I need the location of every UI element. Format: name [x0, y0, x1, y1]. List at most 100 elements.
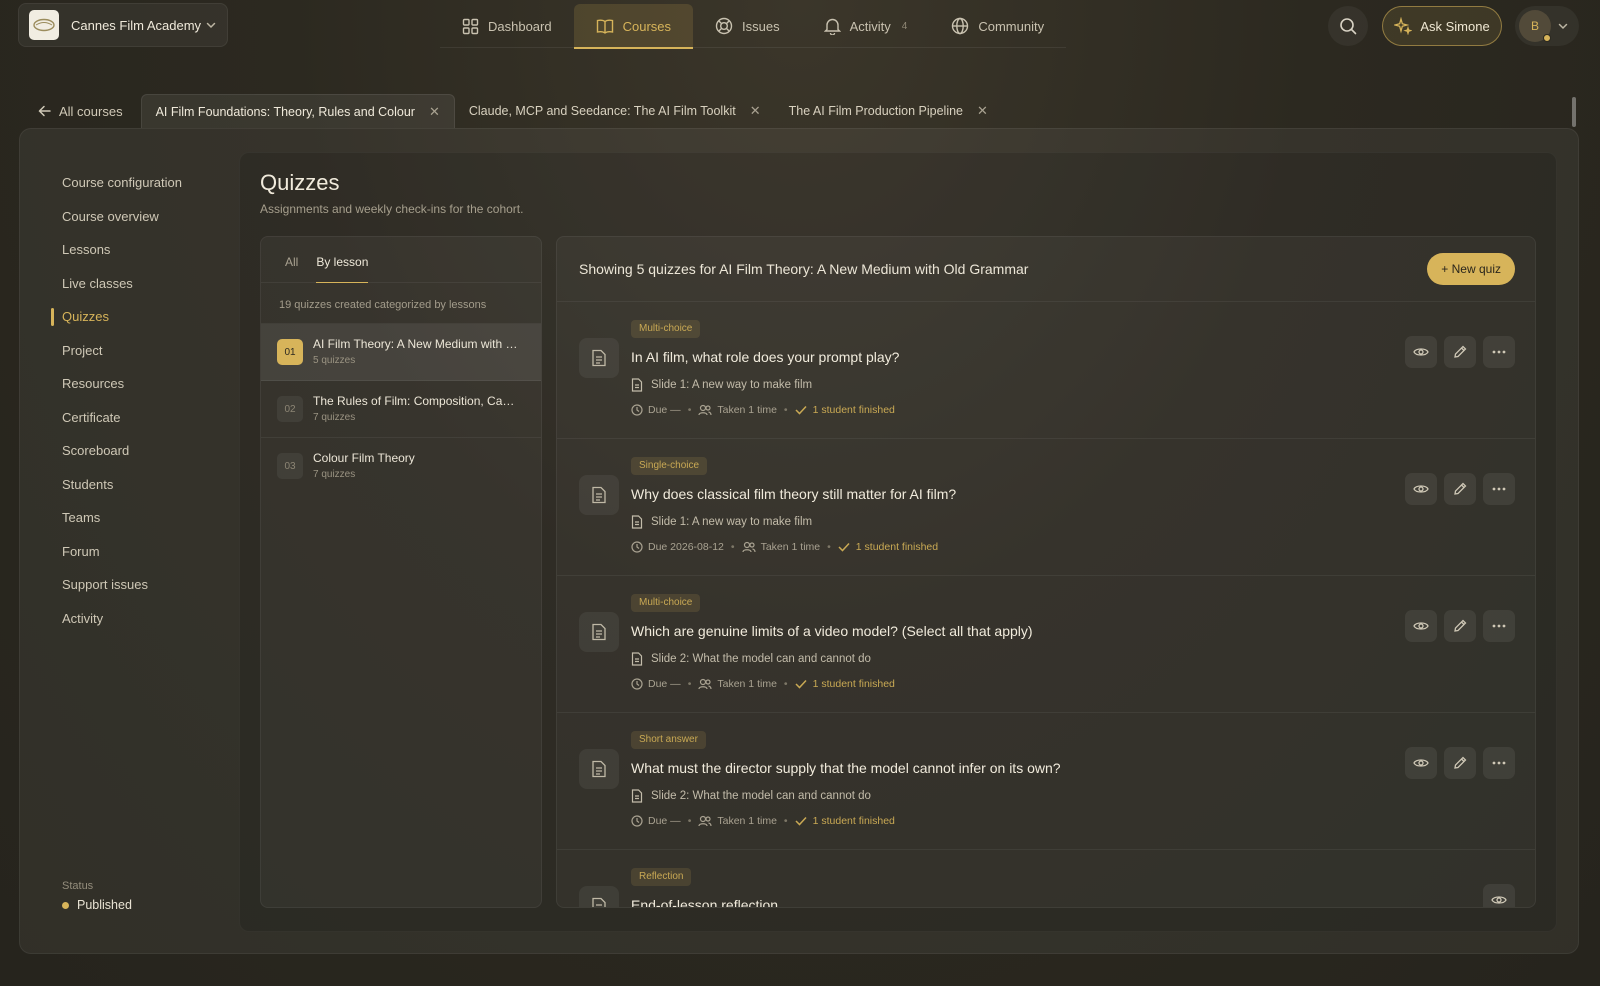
quiz-title[interactable]: What must the director supply that the m…	[631, 760, 1061, 776]
filter-by-lesson[interactable]: By lesson	[316, 255, 369, 283]
search-icon	[1339, 17, 1357, 35]
nav-issues[interactable]: Issues	[693, 4, 802, 48]
quiz-due: Due —	[648, 815, 681, 827]
quiz-slide: Slide 2: What the model can and cannot d…	[631, 789, 871, 803]
course-tab-2[interactable]: Claude, MCP and Seedance: The AI Film To…	[455, 94, 775, 128]
quiz-meta: Due — • Taken 1 time • 1 student finishe…	[631, 404, 895, 416]
quiz-row[interactable]: Reflection End-of-lesson reflection	[557, 850, 1535, 907]
quiz-row[interactable]: Single-choice Why does classical film th…	[557, 439, 1535, 576]
preview-button[interactable]	[1483, 884, 1515, 907]
file-icon	[631, 378, 643, 392]
quiz-row[interactable]: Multi-choice Which are genuine limits of…	[557, 576, 1535, 713]
quiz-slide-label: Slide 2: What the model can and cannot d…	[651, 790, 871, 802]
ask-simone-button[interactable]: Ask Simone	[1382, 6, 1502, 46]
lesson-title: The Rules of Film: Composition, Camera a…	[313, 394, 523, 408]
preview-button[interactable]	[1405, 473, 1437, 505]
quiz-title[interactable]: Why does classical film theory still mat…	[631, 486, 956, 502]
arrow-left-icon	[38, 105, 51, 117]
check-icon	[795, 816, 807, 826]
more-button[interactable]	[1483, 747, 1515, 779]
quiz-type-badge: Reflection	[631, 868, 692, 886]
users-icon	[698, 404, 712, 416]
more-button[interactable]	[1483, 610, 1515, 642]
lesson-item[interactable]: 02 The Rules of Film: Composition, Camer…	[261, 381, 541, 438]
users-icon	[698, 815, 712, 827]
new-quiz-button[interactable]: + New quiz	[1427, 253, 1515, 285]
lesson-number: 03	[277, 453, 303, 479]
quiz-finished: 1 student finished	[812, 815, 895, 827]
preview-button[interactable]	[1405, 336, 1437, 368]
check-icon	[838, 542, 850, 552]
grid-icon	[462, 18, 479, 35]
edit-button[interactable]	[1444, 610, 1476, 642]
lesson-item[interactable]: 01 AI Film Theory: A New Medium with Old…	[261, 324, 541, 381]
close-icon[interactable]: ✕	[750, 103, 761, 119]
edit-button[interactable]	[1444, 473, 1476, 505]
preview-button[interactable]	[1405, 747, 1437, 779]
nav-activity[interactable]: Activity 4	[802, 4, 930, 48]
eye-icon	[1413, 620, 1429, 632]
file-icon	[631, 789, 643, 803]
sidebar-item-teams[interactable]: Teams	[42, 501, 242, 535]
more-button[interactable]	[1483, 473, 1515, 505]
sidebar-item-live-classes[interactable]: Live classes	[42, 267, 242, 301]
ask-simone-label: Ask Simone	[1420, 18, 1490, 34]
quiz-slide-label: Slide 1: A new way to make film	[651, 516, 813, 528]
file-icon	[631, 652, 643, 666]
document-icon	[579, 612, 619, 652]
course-tab-3[interactable]: The AI Film Production Pipeline ✕	[775, 94, 1002, 128]
eye-icon	[1413, 346, 1429, 358]
workspace-switcher[interactable]: Cannes Film Academy	[18, 3, 228, 47]
sidebar-item-activity[interactable]: Activity	[42, 602, 242, 636]
quiz-meta: Due 2026-08-12 • Taken 1 time • 1 studen…	[631, 541, 938, 553]
sidebar-item-course-configuration[interactable]: Course configuration	[42, 166, 242, 200]
all-courses-label: All courses	[59, 103, 123, 119]
quiz-title[interactable]: Which are genuine limits of a video mode…	[631, 623, 1033, 639]
sidebar-item-course-overview[interactable]: Course overview	[42, 200, 242, 234]
sidebar-item-support-issues[interactable]: Support issues	[42, 568, 242, 602]
nav-issues-label: Issues	[742, 18, 780, 34]
quiz-row[interactable]: Short answer What must the director supp…	[557, 713, 1535, 850]
pencil-icon	[1453, 482, 1467, 496]
sidebar-item-students[interactable]: Students	[42, 468, 242, 502]
quiz-row[interactable]: Multi-choice In AI film, what role does …	[557, 302, 1535, 439]
sidebar-item-project[interactable]: Project	[42, 334, 242, 368]
lessons-summary: 19 quizzes created categorized by lesson…	[261, 283, 541, 324]
more-button[interactable]	[1483, 336, 1515, 368]
lifebuoy-icon	[715, 17, 733, 35]
close-icon[interactable]: ✕	[429, 104, 440, 120]
preview-button[interactable]	[1405, 610, 1437, 642]
user-menu[interactable]: B	[1515, 6, 1579, 46]
sidebar-item-certificate[interactable]: Certificate	[42, 401, 242, 435]
nav-dashboard[interactable]: Dashboard	[440, 4, 574, 48]
filter-all[interactable]: All	[285, 255, 298, 283]
course-tab-1[interactable]: AI Film Foundations: Theory, Rules and C…	[140, 94, 455, 128]
lesson-quiz-count: 7 quizzes	[313, 469, 356, 480]
sidebar-item-resources[interactable]: Resources	[42, 367, 242, 401]
activity-count-badge: 4	[901, 20, 908, 32]
search-button[interactable]	[1328, 6, 1368, 46]
quiz-due: Due —	[648, 404, 681, 416]
file-icon	[631, 515, 643, 529]
edit-button[interactable]	[1444, 336, 1476, 368]
close-icon[interactable]: ✕	[977, 103, 988, 119]
quiz-title[interactable]: End-of-lesson reflection	[631, 897, 778, 907]
top-bar: Cannes Film Academy Dashboard Courses Is…	[0, 0, 1600, 50]
sidebar-item-lessons[interactable]: Lessons	[42, 233, 242, 267]
sidebar-item-quizzes[interactable]: Quizzes	[42, 300, 242, 334]
quiz-type-badge: Multi-choice	[631, 320, 701, 338]
eye-icon	[1413, 757, 1429, 769]
sidebar-item-forum[interactable]: Forum	[42, 535, 242, 569]
more-icon	[1492, 624, 1506, 628]
nav-community[interactable]: Community	[929, 4, 1066, 48]
nav-courses[interactable]: Courses	[573, 4, 694, 49]
quiz-panel-header: Showing 5 quizzes for AI Film Theory: A …	[557, 237, 1535, 302]
scrollbar[interactable]	[1572, 97, 1576, 127]
lesson-item[interactable]: 03 Colour Film Theory 7 quizzes	[261, 438, 541, 495]
edit-button[interactable]	[1444, 747, 1476, 779]
quiz-title[interactable]: In AI film, what role does your prompt p…	[631, 349, 899, 365]
all-courses-link[interactable]: All courses	[20, 94, 141, 128]
quiz-actions	[1483, 884, 1515, 907]
chevron-down-icon	[1557, 20, 1569, 32]
sidebar-item-scoreboard[interactable]: Scoreboard	[42, 434, 242, 468]
